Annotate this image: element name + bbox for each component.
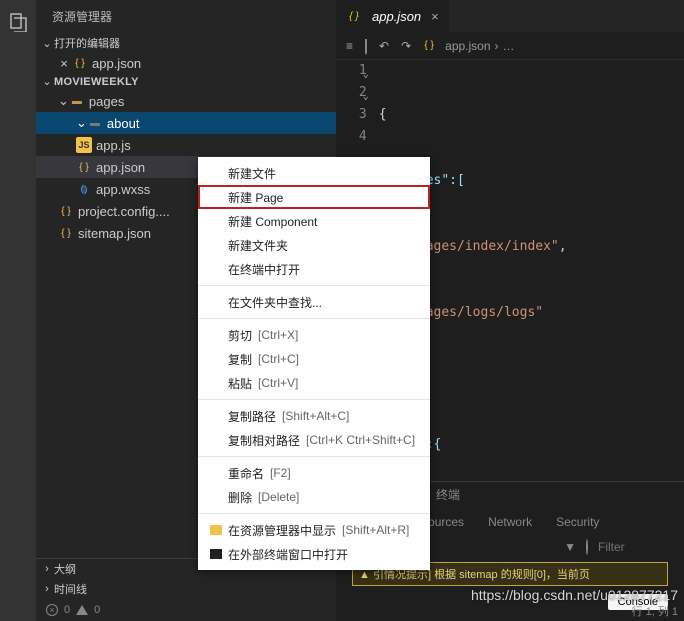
redo-icon[interactable]: ↷	[401, 39, 411, 53]
error-icon[interactable]: ×	[46, 604, 58, 616]
separator	[198, 399, 430, 400]
chevron-right-icon: ›	[495, 39, 499, 53]
chevron-down-icon: ⌄	[40, 37, 54, 50]
tab-app-json[interactable]: { } app.json ×	[336, 0, 449, 32]
json-icon: { }	[58, 225, 74, 241]
separator	[198, 456, 430, 457]
eye-icon[interactable]	[586, 540, 588, 554]
ctx-new-folder[interactable]: 新建文件夹	[198, 233, 430, 257]
open-editors-section[interactable]: ⌄ 打开的编辑器	[36, 33, 336, 53]
tab-network[interactable]: Network	[488, 515, 532, 529]
filter-input[interactable]	[598, 540, 668, 554]
ctx-new-file[interactable]: 新建文件	[198, 161, 430, 185]
sidebar-title: 资源管理器	[36, 0, 336, 33]
json-icon: { }	[421, 38, 437, 54]
ctx-rename[interactable]: 重命名[F2]	[198, 461, 430, 485]
editor-tabs: { } app.json ×	[336, 0, 684, 32]
open-editor-item[interactable]: × { } app.json	[36, 53, 336, 73]
ctx-new-component[interactable]: 新建 Component	[198, 209, 430, 233]
folder-icon: ▬	[69, 93, 85, 109]
separator	[198, 318, 430, 319]
sidebar-status: × 0 0	[36, 599, 336, 621]
chevron-down-icon: ⌄	[40, 75, 54, 88]
breadcrumb-item[interactable]: { } app.json › …	[421, 38, 514, 54]
tab-security[interactable]: Security	[556, 515, 599, 529]
json-icon: { }	[72, 55, 88, 71]
project-section[interactable]: ⌄ MOVIEWEEKLY	[36, 73, 336, 90]
ctx-cut[interactable]: 剪切[Ctrl+X]	[198, 323, 430, 347]
json-icon: { }	[76, 159, 92, 175]
status-bar-pos: 行 1, 列 1	[632, 603, 678, 619]
timeline-section[interactable]: › 时间线	[36, 579, 336, 599]
bookmark-icon[interactable]	[365, 39, 367, 53]
wxss-icon: ⟬⟭	[76, 181, 92, 197]
ctx-copy-rel-path[interactable]: 复制相对路径[Ctrl+K Ctrl+Shift+C]	[198, 428, 430, 452]
chevron-right-icon: ›	[40, 563, 54, 575]
chevron-down-icon: ⌄	[76, 115, 87, 131]
context-menu: 新建文件 新建 Page 新建 Component 新建文件夹 在终端中打开 在…	[198, 157, 430, 570]
file-app-js[interactable]: JS app.js	[36, 134, 336, 156]
folder-about[interactable]: ⌄ ▬ about	[36, 112, 336, 134]
separator	[198, 285, 430, 286]
activity-bar	[0, 0, 36, 621]
ctx-paste[interactable]: 粘贴[Ctrl+V]	[198, 371, 430, 395]
terminal-icon	[210, 549, 222, 559]
tab-terminal[interactable]: 终端	[436, 486, 460, 503]
breadcrumb: ≡ ↶ ↷ { } app.json › …	[336, 32, 684, 60]
ctx-open-terminal[interactable]: 在终端中打开	[198, 257, 430, 281]
ctx-new-page[interactable]: 新建 Page	[198, 185, 430, 209]
folder-icon: ▬	[87, 115, 103, 131]
folder-pages[interactable]: ⌄ ▬ pages	[36, 90, 336, 112]
ctx-copy-path[interactable]: 复制路径[Shift+Alt+C]	[198, 404, 430, 428]
explorer-icon[interactable]	[0, 4, 36, 40]
ctx-copy[interactable]: 复制[Ctrl+C]	[198, 347, 430, 371]
undo-icon[interactable]: ↶	[379, 39, 389, 53]
folder-icon	[210, 525, 222, 535]
js-icon: JS	[76, 137, 92, 153]
ctx-reveal[interactable]: 在资源管理器中显示[Shift+Alt+R]	[198, 518, 430, 542]
more-icon[interactable]: …	[503, 39, 515, 53]
list-icon[interactable]: ≡	[346, 39, 353, 53]
close-icon[interactable]: ×	[56, 56, 72, 71]
dropdown-icon[interactable]: ▼	[564, 540, 576, 554]
warning-icon[interactable]	[76, 605, 88, 615]
ctx-ext-terminal[interactable]: 在外部终端窗口中打开	[198, 542, 430, 566]
json-icon: { }	[58, 203, 74, 219]
watermark: https://blog.csdn.net/u012877217	[471, 587, 678, 603]
ctx-find-in-folder[interactable]: 在文件夹中查找...	[198, 290, 430, 314]
separator	[198, 513, 430, 514]
ctx-delete[interactable]: 删除[Delete]	[198, 485, 430, 509]
close-icon[interactable]: ×	[431, 9, 439, 24]
chevron-right-icon: ›	[40, 583, 54, 595]
json-icon: { }	[346, 8, 362, 24]
chevron-down-icon: ⌄	[58, 93, 69, 109]
